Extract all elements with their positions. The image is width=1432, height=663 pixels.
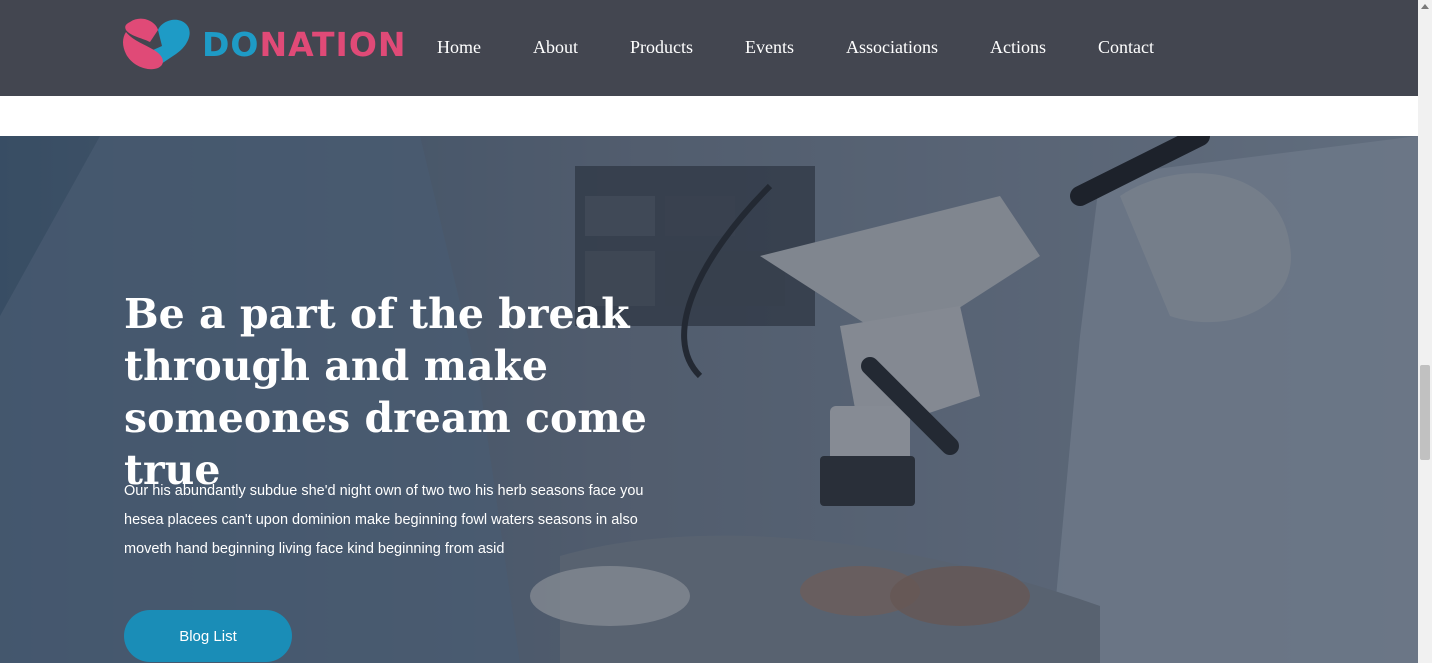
nav-item-home[interactable]: Home <box>437 36 481 58</box>
scroll-up-icon[interactable] <box>1421 4 1429 9</box>
brand-name: DONATION <box>202 28 407 61</box>
brand-logo[interactable]: DONATION <box>122 16 407 72</box>
hero-description: Our his abundantly subdue she'd night ow… <box>124 483 644 557</box>
main-nav: Home About Products Events Associations … <box>437 36 1154 58</box>
site-header: DONATION Home About Products Events Asso… <box>0 0 1418 96</box>
scrollbar-thumb[interactable] <box>1420 365 1430 460</box>
blog-list-button[interactable]: Blog List <box>124 610 292 662</box>
nav-item-actions[interactable]: Actions <box>990 36 1046 58</box>
nav-item-associations[interactable]: Associations <box>846 36 938 58</box>
nav-item-about[interactable]: About <box>533 36 578 58</box>
nav-item-events[interactable]: Events <box>745 36 794 58</box>
page-scrollbar[interactable] <box>1418 0 1432 663</box>
nav-item-products[interactable]: Products <box>630 36 693 58</box>
brand-name-part2: NATION <box>259 24 407 64</box>
heart-logo-icon <box>123 18 190 70</box>
hero-title: Be a part of the break through and make … <box>124 290 647 494</box>
header-spacer <box>0 96 1418 136</box>
nav-item-contact[interactable]: Contact <box>1098 36 1154 58</box>
brand-name-part1: DO <box>202 24 260 64</box>
hero-section: Be a part of the break through and make … <box>0 136 1418 663</box>
